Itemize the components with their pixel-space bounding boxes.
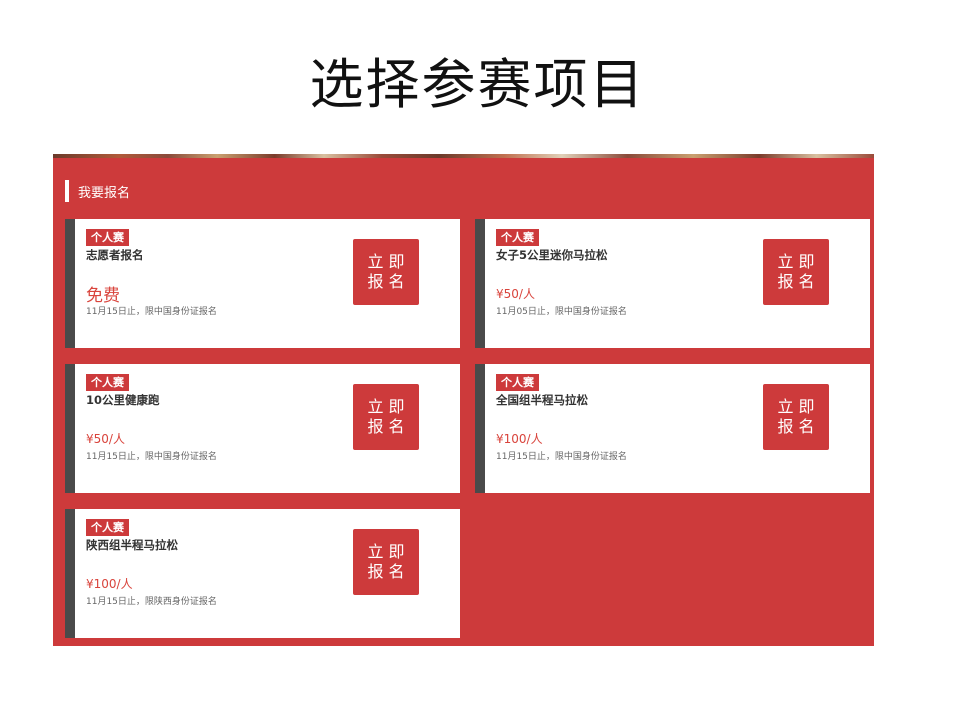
event-card-shaanxi-half: 个人赛 陕西组半程马拉松 ¥100/人 11月15日止，限陕西身份证报名 立即 … bbox=[65, 509, 460, 638]
card-accent-bar bbox=[65, 509, 75, 638]
event-price: 免费 bbox=[86, 286, 120, 306]
register-now-button[interactable]: 立即 报名 bbox=[763, 239, 829, 305]
event-type-badge: 个人赛 bbox=[86, 519, 129, 536]
register-now-button[interactable]: 立即 报名 bbox=[353, 529, 419, 595]
event-card-women-5k: 个人赛 女子5公里迷你马拉松 ¥50/人 11月05日止，限中国身份证报名 立即… bbox=[475, 219, 870, 348]
register-button-line2: 报名 bbox=[367, 417, 410, 436]
register-button-line1: 立即 bbox=[777, 397, 820, 416]
event-name: 志愿者报名 bbox=[86, 248, 144, 262]
event-price: ¥50/人 bbox=[86, 432, 125, 446]
card-accent-bar bbox=[65, 364, 75, 493]
register-button-line1: 立即 bbox=[367, 252, 410, 271]
event-price: ¥100/人 bbox=[496, 432, 543, 446]
section-title: 我要报名 bbox=[78, 185, 131, 201]
event-type-badge: 个人赛 bbox=[86, 229, 129, 246]
event-deadline-note: 11月15日止，限中国身份证报名 bbox=[86, 452, 217, 462]
event-price: ¥100/人 bbox=[86, 577, 133, 591]
event-price: ¥50/人 bbox=[496, 287, 535, 301]
event-deadline-note: 11月15日止，限中国身份证报名 bbox=[496, 452, 627, 462]
card-accent-bar bbox=[475, 364, 485, 493]
section-header: 我要报名 bbox=[65, 180, 130, 202]
event-type-badge: 个人赛 bbox=[496, 229, 539, 246]
event-deadline-note: 11月15日止，限中国身份证报名 bbox=[86, 307, 217, 317]
banner-image-strip bbox=[53, 154, 874, 158]
event-deadline-note: 11月15日止，限陕西身份证报名 bbox=[86, 597, 217, 607]
register-button-line2: 报名 bbox=[367, 562, 410, 581]
card-accent-bar bbox=[475, 219, 485, 348]
event-name: 女子5公里迷你马拉松 bbox=[496, 248, 608, 262]
event-name: 10公里健康跑 bbox=[86, 393, 160, 407]
register-button-line1: 立即 bbox=[367, 397, 410, 416]
register-now-button[interactable]: 立即 报名 bbox=[353, 239, 419, 305]
page-title: 选择参赛项目 bbox=[309, 53, 646, 116]
event-card-volunteer: 个人赛 志愿者报名 免费 11月15日止，限中国身份证报名 立即 报名 bbox=[65, 219, 460, 348]
event-card-national-half: 个人赛 全国组半程马拉松 ¥100/人 11月15日止，限中国身份证报名 立即 … bbox=[475, 364, 870, 493]
event-name: 全国组半程马拉松 bbox=[496, 393, 588, 407]
card-accent-bar bbox=[65, 219, 75, 348]
register-button-line1: 立即 bbox=[367, 542, 410, 561]
register-now-button[interactable]: 立即 报名 bbox=[353, 384, 419, 450]
section-accent-bar bbox=[65, 180, 69, 202]
register-button-line2: 报名 bbox=[777, 272, 820, 291]
event-deadline-note: 11月05日止，限中国身份证报名 bbox=[496, 307, 627, 317]
event-type-badge: 个人赛 bbox=[86, 374, 129, 391]
register-now-button[interactable]: 立即 报名 bbox=[763, 384, 829, 450]
register-button-line2: 报名 bbox=[777, 417, 820, 436]
event-name: 陕西组半程马拉松 bbox=[86, 538, 178, 552]
event-type-badge: 个人赛 bbox=[496, 374, 539, 391]
registration-panel: 我要报名 个人赛 志愿者报名 免费 11月15日止，限中国身份证报名 立即 报名… bbox=[53, 154, 874, 646]
register-button-line1: 立即 bbox=[777, 252, 820, 271]
event-card-10k: 个人赛 10公里健康跑 ¥50/人 11月15日止，限中国身份证报名 立即 报名 bbox=[65, 364, 460, 493]
register-button-line2: 报名 bbox=[367, 272, 410, 291]
